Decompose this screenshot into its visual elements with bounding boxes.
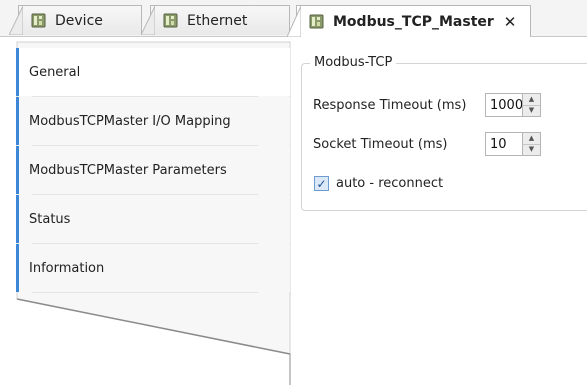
spin-buttons: ▲ ▼ bbox=[522, 94, 540, 116]
accent-bar bbox=[16, 97, 19, 145]
sidebar-item-parameters[interactable]: ModbusTCPMaster Parameters bbox=[18, 146, 290, 194]
tab-label: Modbus_TCP_Master bbox=[333, 13, 494, 30]
auto-reconnect-checkbox[interactable]: ✓ bbox=[314, 176, 329, 191]
spin-up-icon[interactable]: ▲ bbox=[522, 94, 540, 106]
tab-device[interactable]: Device bbox=[9, 5, 142, 35]
socket-timeout-input[interactable] bbox=[486, 136, 522, 152]
tab-edge-shape bbox=[141, 6, 155, 35]
response-timeout-input[interactable] bbox=[486, 97, 522, 113]
sidebar-item-label: ModbusTCPMaster Parameters bbox=[29, 162, 227, 178]
spin-down-icon[interactable]: ▼ bbox=[522, 105, 540, 116]
spin-down-icon[interactable]: ▼ bbox=[522, 144, 540, 155]
sidebar-item-status[interactable]: Status bbox=[18, 195, 290, 243]
device-icon bbox=[163, 13, 178, 28]
editor-tab-bar: Device Ethernet Modbus_TCP_Master ✕ bbox=[0, 0, 587, 37]
checkmark-icon: ✓ bbox=[316, 176, 327, 191]
spin-buttons: ▲ ▼ bbox=[522, 133, 540, 155]
device-icon bbox=[309, 14, 324, 29]
device-icon bbox=[31, 13, 46, 28]
tab-label: Device bbox=[55, 12, 103, 29]
accent-bar bbox=[16, 244, 19, 292]
tab-modbus-tcp-master[interactable]: Modbus_TCP_Master ✕ bbox=[287, 5, 531, 37]
sidebar-item-label: ModbusTCPMaster I/O Mapping bbox=[29, 113, 231, 129]
sidebar-item-io-mapping[interactable]: ModbusTCPMaster I/O Mapping bbox=[18, 97, 290, 145]
group-title: Modbus-TCP bbox=[310, 55, 397, 70]
tab-edge-shape bbox=[287, 6, 301, 37]
tab-edge-shape bbox=[9, 6, 23, 35]
sidebar-item-label: Status bbox=[29, 211, 71, 227]
tab-ethernet[interactable]: Ethernet bbox=[141, 5, 290, 35]
close-icon[interactable]: ✕ bbox=[504, 13, 517, 31]
accent-bar bbox=[16, 195, 19, 243]
sidebar: General ModbusTCPMaster I/O Mapping Modb… bbox=[0, 36, 300, 385]
sidebar-item-label: General bbox=[29, 64, 81, 80]
spin-up-icon[interactable]: ▲ bbox=[522, 133, 540, 145]
accent-bar bbox=[16, 146, 19, 194]
sidebar-item-information[interactable]: Information bbox=[18, 244, 290, 292]
sidebar-item-general[interactable]: General bbox=[18, 48, 290, 96]
tab-label: Ethernet bbox=[187, 12, 248, 29]
divider bbox=[32, 292, 258, 293]
socket-timeout-label: Socket Timeout (ms) bbox=[313, 137, 448, 152]
socket-timeout-spinbox: ▲ ▼ bbox=[485, 132, 541, 156]
response-timeout-label: Response Timeout (ms) bbox=[313, 98, 467, 113]
response-timeout-spinbox: ▲ ▼ bbox=[485, 93, 541, 117]
active-accent-bar bbox=[16, 48, 19, 96]
sidebar-item-label: Information bbox=[29, 260, 105, 276]
auto-reconnect-label: auto - reconnect bbox=[336, 176, 444, 191]
